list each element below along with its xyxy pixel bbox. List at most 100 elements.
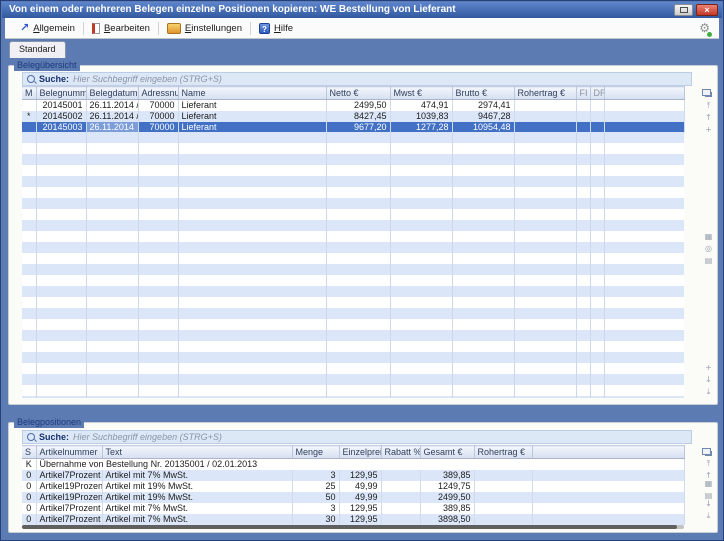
beleg-row-1[interactable]: 20145001 26.11.2014 /Mi 70000 Lieferant …	[22, 100, 684, 112]
col-einzelpreis[interactable]: Einzelpreis €	[339, 446, 381, 459]
cell-rabatt[interactable]	[381, 503, 420, 514]
cell-gesamt[interactable]: 389,85	[420, 503, 474, 514]
cell-text[interactable]: Artikel mit 7% MwSt.	[102, 470, 292, 481]
cell-rohertrag[interactable]	[474, 470, 532, 481]
col-menge[interactable]: Menge	[292, 446, 339, 459]
cell-rohertrag[interactable]	[514, 111, 576, 122]
cell-dr[interactable]	[590, 111, 604, 122]
restore-button[interactable]	[674, 4, 693, 16]
position-row-1[interactable]: 0 Artikel7Prozent Artikel mit 7% MwSt. 3…	[22, 470, 684, 481]
col-artikelnummer[interactable]: Artikelnummer	[36, 446, 102, 459]
col-belegnummer[interactable]: Belegnumme	[36, 87, 86, 100]
position-row-5[interactable]: 0 Artikel7Prozent Artikel mit 7% MwSt. 3…	[22, 514, 684, 525]
cell-rohertrag[interactable]	[474, 503, 532, 514]
horizontal-scrollbar-thumb[interactable]	[22, 525, 677, 529]
cell-gesamt[interactable]: 1249,75	[420, 481, 474, 492]
col-dr[interactable]: DR	[590, 87, 604, 100]
cell-s[interactable]: 0	[22, 470, 36, 481]
scroll-bottom-icon[interactable]: ⤓	[707, 388, 711, 396]
move-down-icon[interactable]: +	[705, 364, 712, 372]
cell-text[interactable]: Artikel mit 19% MwSt.	[102, 492, 292, 503]
cell-rabatt[interactable]	[381, 514, 420, 525]
menu-item-allgemein[interactable]: ↗ Allgemein	[13, 18, 82, 38]
col-gesamt[interactable]: Gesamt €	[420, 446, 474, 459]
cell-brutto[interactable]: 9467,28	[452, 111, 514, 122]
zoom-icon[interactable]: ◎	[705, 245, 712, 253]
tab-standard[interactable]: Standard	[9, 41, 66, 58]
col-name[interactable]: Name	[178, 87, 326, 100]
cell-s[interactable]: 0	[22, 481, 36, 492]
scroll-down-icon[interactable]: ↓	[705, 376, 712, 384]
cell-text[interactable]: Artikel mit 7% MwSt.	[102, 503, 292, 514]
position-row-info[interactable]: K Übernahme von Bestellung Nr. 20135001 …	[22, 459, 684, 471]
col-s[interactable]: S	[22, 446, 36, 459]
cell-belegnummer[interactable]: 20145002	[36, 111, 86, 122]
col-netto[interactable]: Netto €	[326, 87, 390, 100]
cell-s[interactable]: 0	[22, 503, 36, 514]
cell-einzelpreis[interactable]: 129,95	[339, 503, 381, 514]
scroll-up-icon[interactable]: ↑	[705, 114, 712, 122]
scroll-top-icon[interactable]: ⤒	[707, 460, 711, 468]
cell-menge[interactable]: 3	[292, 470, 339, 481]
cell-einzelpreis[interactable]: 49,99	[339, 492, 381, 503]
beleg-row-2[interactable]: * 20145002 26.11.2014 /Mi 70000 Lieferan…	[22, 111, 684, 122]
positionen-search-input[interactable]	[73, 432, 687, 442]
cell-name[interactable]: Lieferant	[178, 100, 326, 112]
cell-gesamt[interactable]: 389,85	[420, 470, 474, 481]
menu-item-einstellungen[interactable]: Einstellungen	[160, 18, 249, 38]
cell-gesamt[interactable]: 3898,50	[420, 514, 474, 525]
position-row-3[interactable]: 0 Artikel19Prozent Artikel mit 19% MwSt.…	[22, 492, 684, 503]
cell-text[interactable]: Artikel mit 19% MwSt.	[102, 481, 292, 492]
grid-columns-icon[interactable]: ▦	[705, 480, 713, 488]
cell-einzelpreis[interactable]: 49,99	[339, 481, 381, 492]
cell-artikelnummer[interactable]: Artikel7Prozent	[36, 503, 102, 514]
scroll-down-icon[interactable]: ↓	[705, 500, 712, 508]
cell-artikelnummer[interactable]: Artikel7Prozent	[36, 470, 102, 481]
col-mwst[interactable]: Mwst €	[390, 87, 452, 100]
col-rohertrag[interactable]: Rohertrag €	[514, 87, 576, 100]
horizontal-scrollbar[interactable]	[22, 525, 684, 529]
cell-s[interactable]: K	[22, 459, 36, 471]
cell-belegnummer[interactable]: 20145001	[36, 100, 86, 112]
cell-menge[interactable]: 3	[292, 503, 339, 514]
cell-menge[interactable]: 25	[292, 481, 339, 492]
scroll-top-icon[interactable]: ⤒	[707, 102, 711, 110]
col-rohertrag[interactable]: Rohertrag €	[474, 446, 532, 459]
cell-rohertrag[interactable]	[474, 514, 532, 525]
cell-adressnummer[interactable]: 70000	[138, 100, 178, 112]
col-m[interactable]: M	[22, 87, 36, 100]
cell-gesamt[interactable]: 2499,50	[420, 492, 474, 503]
cell-brutto[interactable]: 2974,41	[452, 100, 514, 112]
cell-rabatt[interactable]	[381, 492, 420, 503]
cell-rabatt[interactable]	[381, 481, 420, 492]
cell-einzelpreis[interactable]: 129,95	[339, 514, 381, 525]
cell-s[interactable]: 0	[22, 492, 36, 503]
grid-rows-icon[interactable]: ▤	[705, 257, 713, 265]
col-fi[interactable]: FI	[576, 87, 590, 100]
cell-rohertrag[interactable]	[474, 481, 532, 492]
cell-artikelnummer[interactable]: Artikel7Prozent	[36, 514, 102, 525]
col-text[interactable]: Text	[102, 446, 292, 459]
col-adressnummer[interactable]: Adressnumm	[138, 87, 178, 100]
cell-m[interactable]: *	[22, 111, 36, 122]
cell-info-text[interactable]: Übernahme von Bestellung Nr. 20135001 / …	[36, 459, 684, 471]
cell-mwst[interactable]: 1039,83	[390, 111, 452, 122]
cell-fi[interactable]	[576, 111, 590, 122]
col-belegdatum[interactable]: Belegdatum	[86, 87, 138, 100]
grid-columns-icon[interactable]: ▦	[705, 233, 713, 241]
position-row-2[interactable]: 0 Artikel19Prozent Artikel mit 19% MwSt.…	[22, 481, 684, 492]
close-button[interactable]: ×	[696, 4, 718, 16]
cell-rohertrag[interactable]	[474, 492, 532, 503]
cell-mwst[interactable]: 474,91	[390, 100, 452, 112]
cell-belegdatum[interactable]: 26.11.2014 /Mi	[86, 111, 138, 122]
sync-settings-button[interactable]: ⚙	[699, 19, 710, 37]
cell-artikelnummer[interactable]: Artikel19Prozent	[36, 492, 102, 503]
col-brutto[interactable]: Brutto €	[452, 87, 514, 100]
cell-dr[interactable]	[590, 100, 604, 112]
cell-adressnummer[interactable]: 70000	[138, 111, 178, 122]
beleg-search-input[interactable]	[73, 74, 687, 84]
column-chooser-icon[interactable]	[702, 87, 714, 97]
cell-s[interactable]: 0	[22, 514, 36, 525]
menu-item-hilfe[interactable]: ? Hilfe	[252, 18, 300, 38]
cell-menge[interactable]: 30	[292, 514, 339, 525]
